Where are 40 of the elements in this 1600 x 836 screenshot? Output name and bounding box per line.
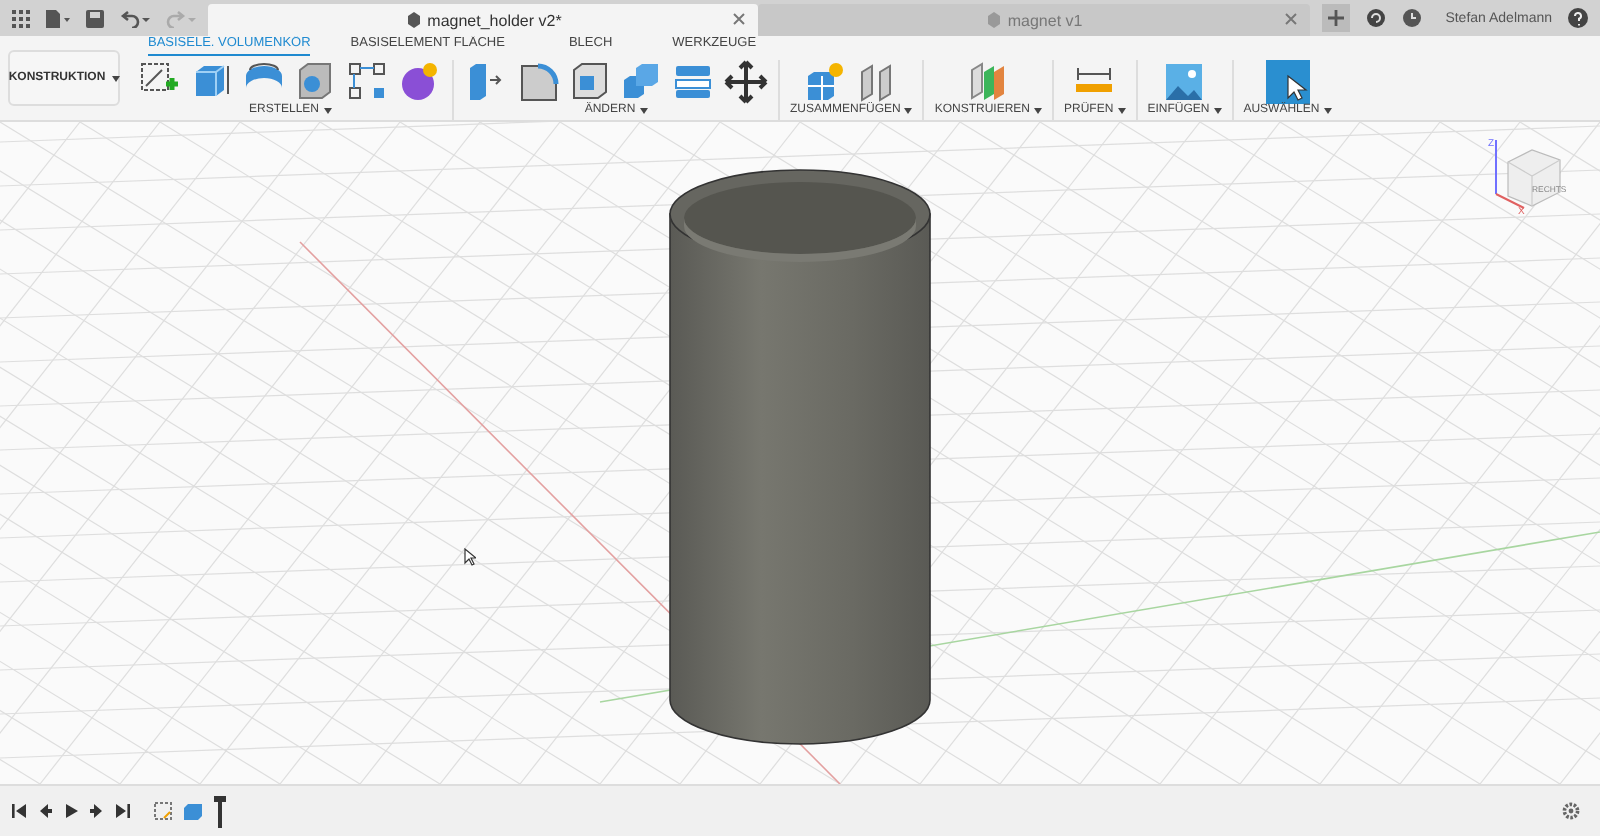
close-icon[interactable] xyxy=(732,12,747,26)
image-icon[interactable] xyxy=(1162,60,1207,104)
play-icon[interactable] xyxy=(64,804,78,818)
sparkle-sphere-icon[interactable] xyxy=(398,60,442,104)
caret-icon xyxy=(1117,108,1126,114)
select-icon[interactable] xyxy=(1265,60,1310,104)
close-icon[interactable] xyxy=(1283,12,1298,26)
cube-icon xyxy=(405,12,422,28)
new-component-icon[interactable] xyxy=(803,60,848,104)
caret-icon xyxy=(1323,108,1332,114)
caret-icon xyxy=(111,75,120,81)
apps-grid-icon[interactable] xyxy=(12,9,30,27)
shell-icon[interactable] xyxy=(568,60,612,104)
combine-icon[interactable] xyxy=(620,60,664,104)
help-icon[interactable] xyxy=(1568,8,1589,28)
skip-to-end-icon[interactable] xyxy=(116,804,130,818)
skip-to-start-icon[interactable] xyxy=(12,804,26,818)
clock-icon[interactable] xyxy=(1401,8,1422,28)
caret-icon xyxy=(1034,108,1043,114)
extrude-feature-icon[interactable] xyxy=(184,802,202,820)
new-tab-icon[interactable] xyxy=(1321,4,1350,32)
sketch-feature-icon[interactable] xyxy=(154,802,172,820)
undo-icon[interactable] xyxy=(120,9,150,27)
caret-icon xyxy=(323,108,331,114)
step-forward-icon[interactable] xyxy=(90,804,104,818)
step-back-icon[interactable] xyxy=(38,804,52,818)
caret-icon xyxy=(904,108,913,114)
file-menu-icon[interactable] xyxy=(46,9,70,27)
document-tab[interactable]: magnet_holder v2* xyxy=(208,4,759,36)
pattern-icon[interactable] xyxy=(346,60,390,104)
settings-icon[interactable] xyxy=(1562,802,1580,820)
save-icon[interactable] xyxy=(86,9,104,27)
timeline-marker-icon[interactable] xyxy=(214,795,226,827)
cursor-icon xyxy=(464,548,476,566)
move-icon[interactable] xyxy=(724,60,768,104)
refresh-icon[interactable] xyxy=(1365,8,1386,28)
cube-icon xyxy=(985,12,1002,28)
fillet-icon[interactable] xyxy=(516,60,560,104)
caret-icon xyxy=(1213,108,1222,114)
caret-icon xyxy=(639,108,648,114)
